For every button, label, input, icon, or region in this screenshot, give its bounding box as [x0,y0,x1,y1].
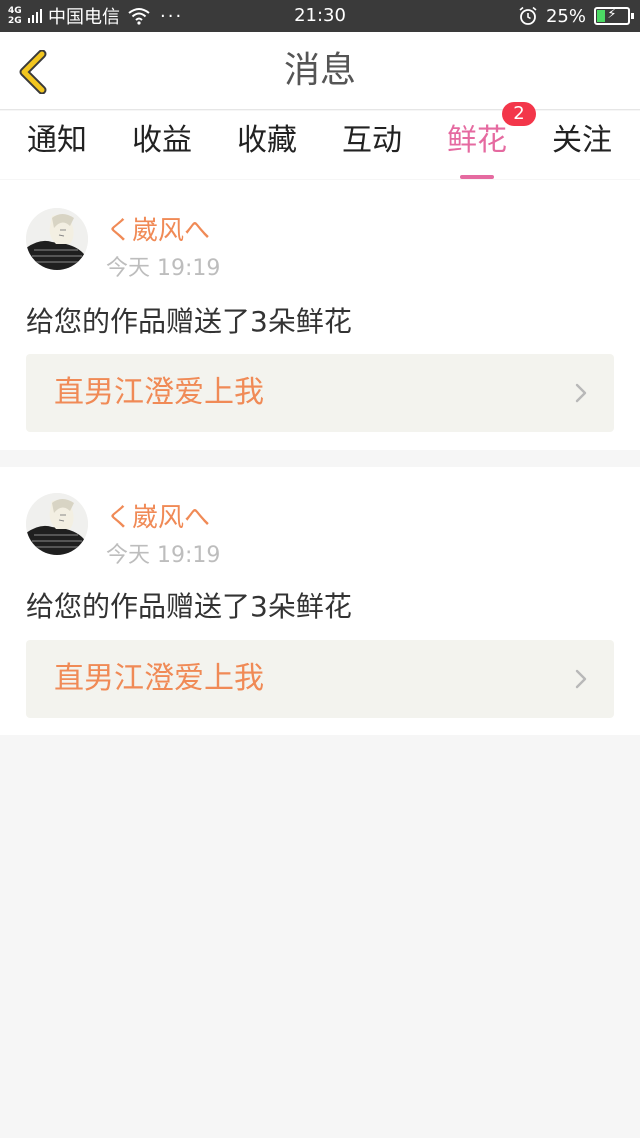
tab-earnings[interactable]: 收益 [117,119,207,163]
username[interactable]: く崴风へ [106,497,210,534]
tab-favorites[interactable]: 收藏 [222,119,312,163]
message-text: 给您的作品赠送了3朵鲜花 [26,305,352,338]
tab-bar: 通知 收益 收藏 互动 鲜花 关注 [0,111,640,179]
work-link[interactable]: 直男江澄爱上我 [26,354,614,432]
username[interactable]: く崴风へ [106,210,210,247]
nav-header: 消息 [0,32,640,110]
tab-notifications[interactable]: 通知 [12,119,102,163]
chevron-right-icon [575,669,587,689]
avatar[interactable] [26,208,88,270]
avatar[interactable] [26,493,88,555]
avatar-image [26,208,88,270]
charging-icon: ⚡ [607,7,617,22]
status-right: 25% ⚡ [518,0,634,32]
tab-interactions[interactable]: 互动 [327,119,417,163]
work-link[interactable]: 直男江澄爱上我 [26,640,614,718]
unread-badge: 2 [502,102,536,126]
battery-icon: ⚡ [594,7,634,25]
tab-follow[interactable]: 关注 [537,119,627,163]
tab-flowers[interactable]: 鲜花 [432,119,522,179]
page-title: 消息 [283,50,356,91]
alarm-icon [519,6,537,25]
message-card: く崴风へ 今天 19:19 给您的作品赠送了3朵鲜花 直男江澄爱上我 [0,467,640,735]
message-time: 今天 19:19 [106,256,221,281]
work-title: 直男江澄爱上我 [54,375,264,410]
work-title: 直男江澄爱上我 [54,661,264,696]
status-bar: 4G 2G 中国电信 ··· 21:30 25% ⚡ [0,0,640,32]
chevron-right-icon [575,383,587,403]
avatar-image [26,493,88,555]
battery-percent: 25% [545,5,586,27]
message-text: 给您的作品赠送了3朵鲜花 [26,590,352,623]
message-time: 今天 19:19 [106,543,221,568]
message-card: く崴风へ 今天 19:19 给您的作品赠送了3朵鲜花 直男江澄爱上我 [0,180,640,450]
